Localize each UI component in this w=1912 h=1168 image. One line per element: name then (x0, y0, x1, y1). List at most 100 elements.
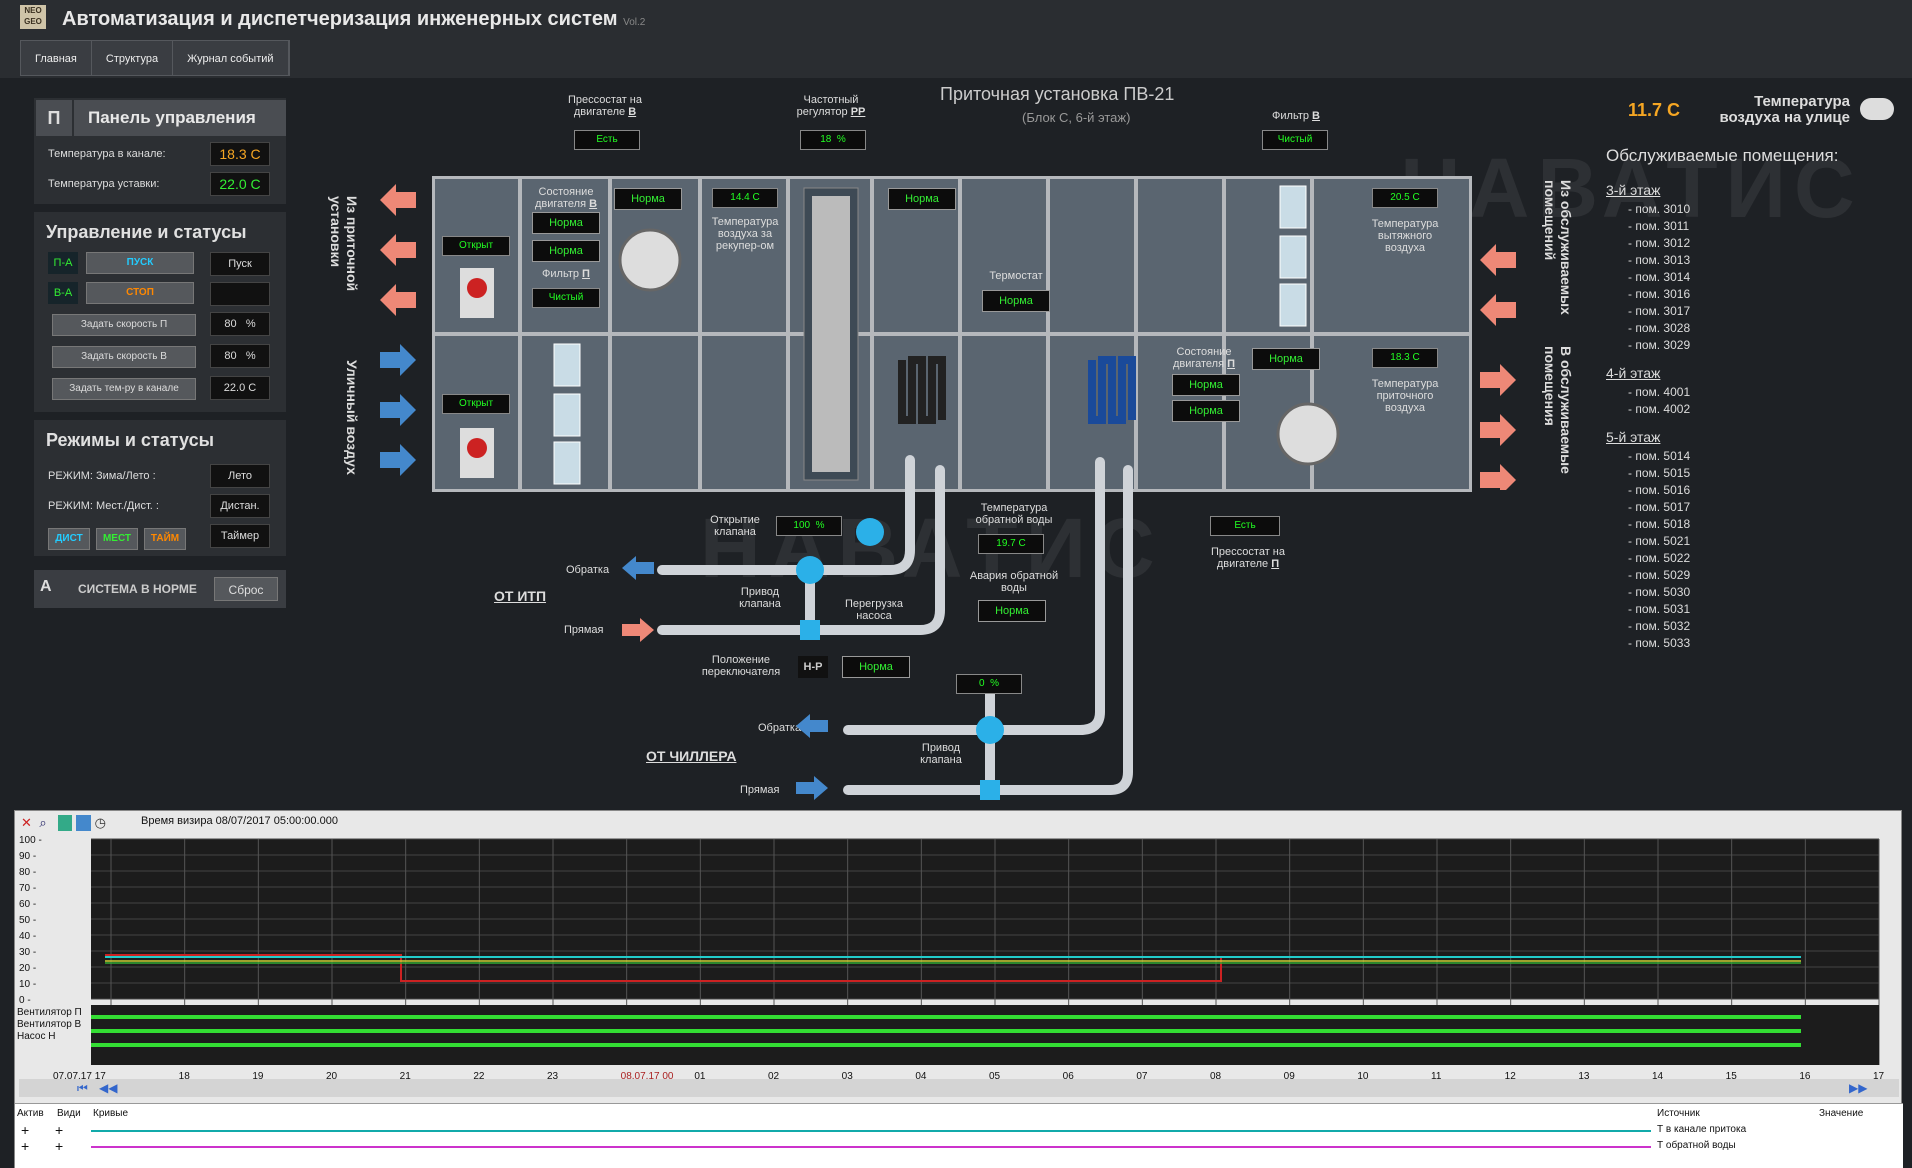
damper2-state: Открыт (442, 394, 510, 414)
start-button[interactable]: ПУСК (86, 252, 194, 274)
room-item[interactable]: - пом. 3012 (1628, 236, 1690, 250)
temp-channel-field[interactable]: 22.0 C (210, 376, 270, 400)
room-item[interactable]: - пом. 5029 (1628, 568, 1690, 582)
set-speed-b-button[interactable]: Задать скорость В (52, 346, 196, 368)
room-item[interactable]: - пом. 5015 (1628, 466, 1690, 480)
visible-mark[interactable]: + (55, 1138, 63, 1154)
digital-channel-label: Насос Н (17, 1031, 55, 1042)
dist-button[interactable]: ДИСТ (48, 528, 90, 550)
nav-first-icon[interactable]: ⏮ (77, 1081, 88, 1096)
norm-top2: Норма (888, 188, 956, 210)
status-title: Управление и статусы (46, 222, 247, 242)
image-icon[interactable] (76, 815, 91, 831)
rooms-title: Обслуживаемые помещения: (1606, 146, 1839, 165)
motor-b-label: Состояние двигателя В (534, 186, 598, 210)
nav-next-icon[interactable]: ▶▶ (1849, 1081, 1867, 1095)
pa-label: П-А (48, 252, 78, 274)
active-mark[interactable]: + (21, 1138, 29, 1154)
trend-chart[interactable]: 100 - 90 - 80 - 70 - 60 - 50 - 40 - 30 - 20 - 10 … (15, 833, 1903, 1101)
pryamaya-label: Прямая (564, 624, 604, 636)
mode-local-label: РЕЖИМ: Мест./Дист. : (48, 500, 159, 512)
mode-season-value: Лето (210, 464, 270, 488)
curve-row[interactable]: + + Т обратной воды (15, 1138, 1903, 1154)
supply-temp: 18.3 C (1372, 348, 1438, 368)
press-p-label: Прессостат на двигателе П (1211, 546, 1285, 570)
close-icon[interactable]: ✕ (21, 815, 35, 831)
motor-p-state1: Норма (1172, 374, 1240, 396)
filter-b-label: Фильтр В (1272, 110, 1320, 122)
room-item[interactable]: - пом. 4001 (1628, 385, 1690, 399)
time-button[interactable]: ТАЙМ (144, 528, 186, 550)
timer-value: Таймер (210, 524, 270, 548)
damper1-state: Открыт (442, 236, 510, 256)
nav-prev-icon[interactable]: ◀◀ (99, 1081, 117, 1095)
status-panel: Управление и статусы П-А ПУСК Пуск В-А С… (34, 212, 286, 412)
y-tick-label: 30 - (19, 947, 36, 958)
menu-events[interactable]: Журнал событий (173, 41, 289, 75)
supply-label: Температура приточного воздуха (1371, 378, 1439, 414)
speed-b-field[interactable]: 80 % (210, 344, 270, 368)
drive-label: Привод клапана (739, 586, 781, 610)
room-item[interactable]: - пом. 3028 (1628, 321, 1690, 335)
return-t-label: Температура обратной воды (975, 502, 1053, 526)
weather-icon (1860, 98, 1894, 120)
menu-structure[interactable]: Структура (92, 41, 174, 75)
stop-value (210, 282, 270, 306)
y-tick-label: 0 - (19, 995, 31, 1006)
room-item[interactable]: - пом. 5014 (1628, 449, 1690, 463)
speed-p-field[interactable]: 80 % (210, 312, 270, 336)
pump-label: Перегрузка насоса (845, 598, 903, 622)
room-item[interactable]: - пом. 5022 (1628, 551, 1690, 565)
floor-heading[interactable]: 3-й этаж (1606, 182, 1660, 198)
export-icon[interactable] (57, 815, 73, 831)
floor-heading[interactable]: 4-й этаж (1606, 365, 1660, 381)
motor-b-state2: Норма (532, 240, 600, 262)
curve-row[interactable]: + + Т в канале притока (15, 1122, 1903, 1138)
room-item[interactable]: - пом. 3014 (1628, 270, 1690, 284)
room-item[interactable]: - пом. 3011 (1628, 219, 1689, 233)
press-b-value: Есть (574, 130, 640, 150)
scheme-title: Приточная установка ПВ-21 (940, 84, 1175, 104)
room-item[interactable]: - пом. 5016 (1628, 483, 1690, 497)
col-value: Значение (1819, 1108, 1864, 1119)
reset-button[interactable]: Сброс (214, 577, 278, 601)
filter-p-value: Чистый (532, 288, 600, 308)
room-item[interactable]: - пом. 3029 (1628, 338, 1690, 352)
set-temp-button[interactable]: Задать тем-ру в канале (52, 378, 196, 400)
room-item[interactable]: - пом. 5018 (1628, 517, 1690, 531)
norm-top1: Норма (614, 188, 682, 210)
room-item[interactable]: - пом. 4002 (1628, 402, 1690, 416)
y-tick-label: 10 - (19, 979, 36, 990)
clock-icon[interactable]: ◷ (95, 815, 109, 831)
itp-arrows (622, 556, 654, 642)
room-item[interactable]: - пом. 5021 (1628, 534, 1690, 548)
active-mark[interactable]: + (21, 1122, 29, 1138)
filter-p-label: Фильтр П (542, 268, 590, 280)
filter-b-value: Чистый (1262, 130, 1328, 150)
room-item[interactable]: - пом. 5017 (1628, 500, 1690, 514)
room-item[interactable]: - пом. 5033 (1628, 636, 1690, 650)
mest-button[interactable]: МЕСТ (96, 528, 138, 550)
menu-home[interactable]: Главная (21, 41, 92, 75)
obratka-label: Обратка (566, 564, 610, 576)
floor-heading[interactable]: 5-й этаж (1606, 429, 1660, 445)
set-speed-p-button[interactable]: Задать скорость П (52, 314, 196, 336)
y-tick-label: 40 - (19, 931, 36, 942)
col-active: Актив (17, 1108, 44, 1119)
motor-p-state2: Норма (1172, 400, 1240, 422)
room-item[interactable]: - пом. 3013 (1628, 253, 1690, 267)
room-item[interactable]: - пом. 5030 (1628, 585, 1690, 599)
t-channel-value: 18.3 C (210, 142, 270, 166)
room-item[interactable]: - пом. 5032 (1628, 619, 1690, 633)
room-item[interactable]: - пом. 3010 (1628, 202, 1690, 216)
intake-arrows (380, 184, 416, 476)
room-item[interactable]: - пом. 3017 (1628, 304, 1690, 318)
stop-button[interactable]: СТОП (86, 282, 194, 304)
zoom-icon[interactable]: ⌕ (39, 815, 53, 831)
from-supply-label: Из приточной установки (328, 196, 360, 292)
visible-mark[interactable]: + (55, 1122, 63, 1138)
scheme-subtitle: (Блок С, 6-й этаж) (1022, 110, 1131, 125)
room-item[interactable]: - пом. 3016 (1628, 287, 1690, 301)
room-item[interactable]: - пом. 5031 (1628, 602, 1690, 616)
outlet-arrows (1480, 244, 1516, 490)
